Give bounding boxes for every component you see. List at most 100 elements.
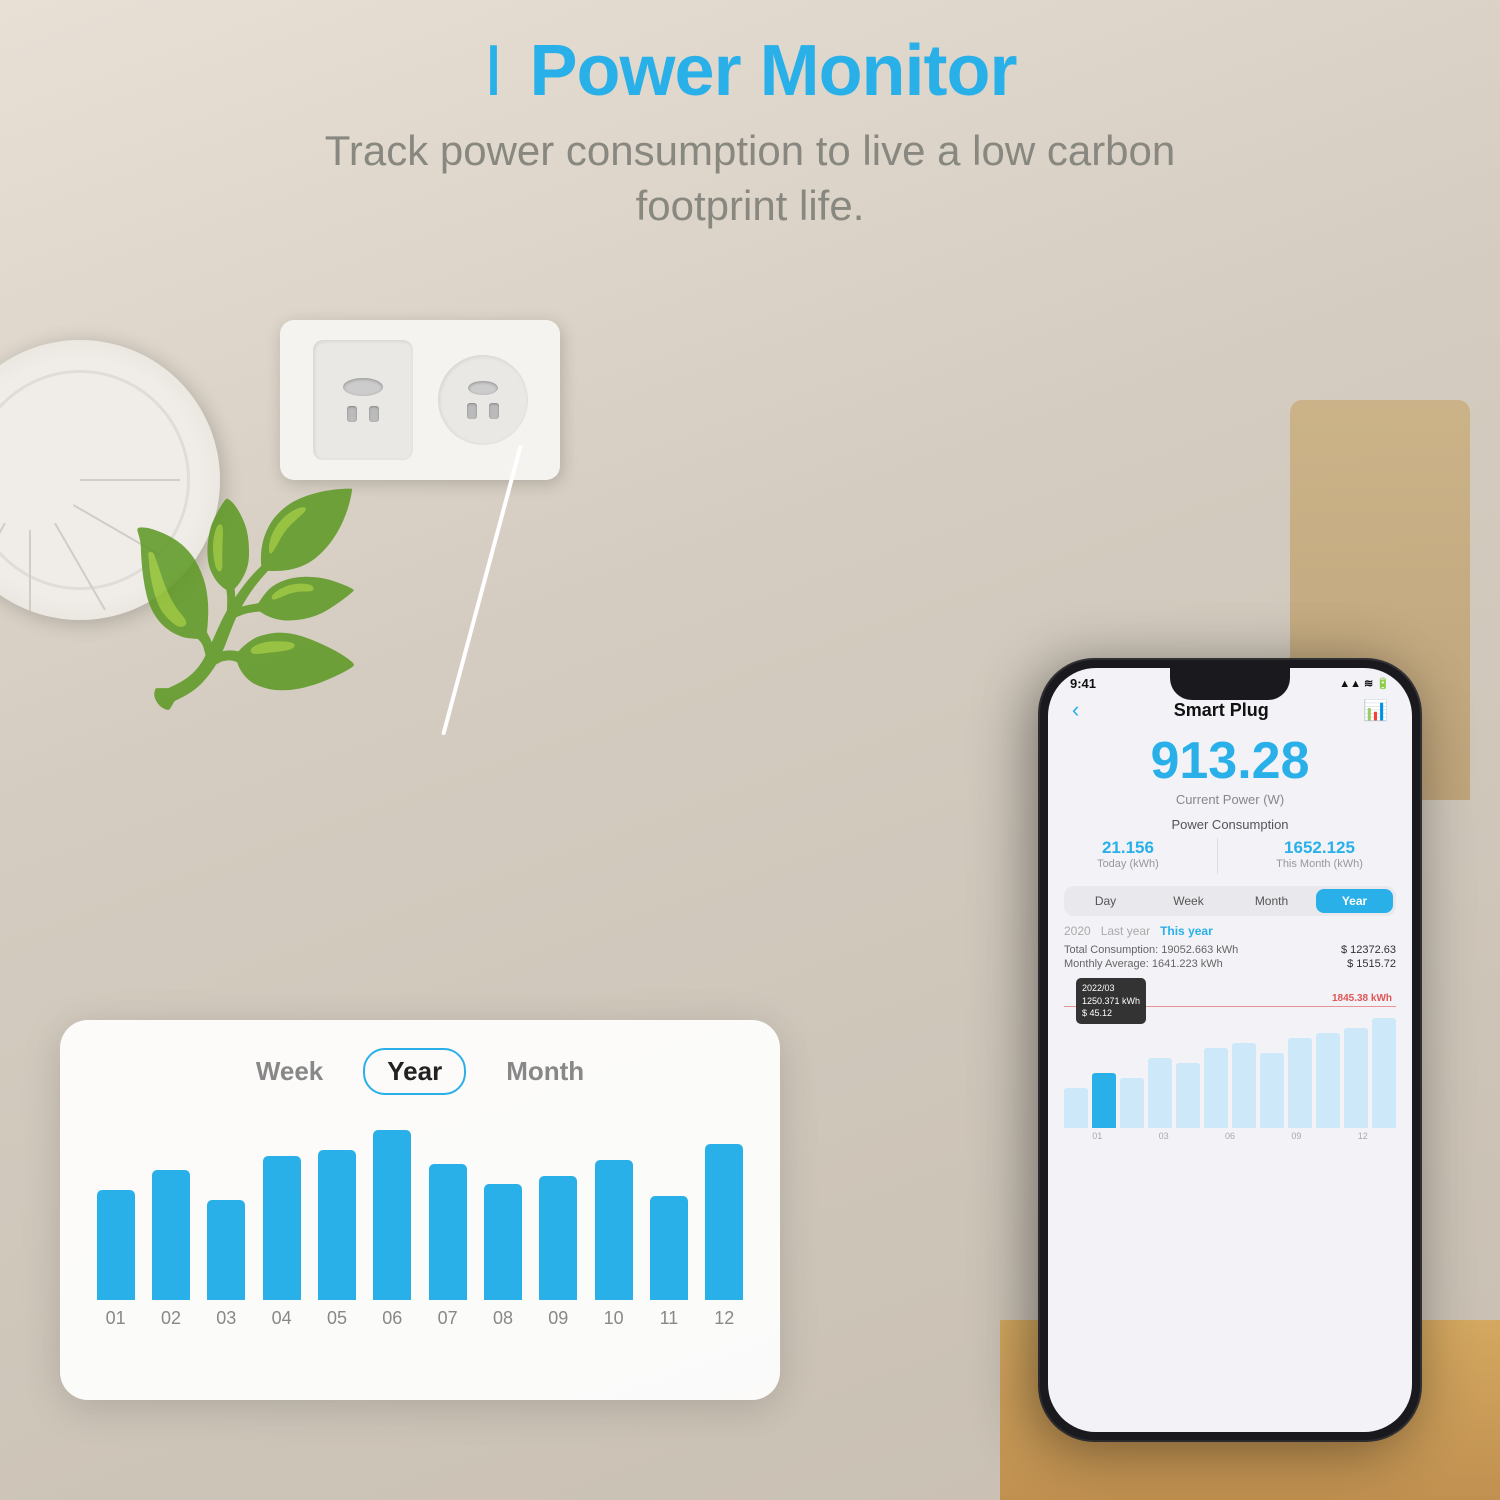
phone-bar (1316, 1033, 1340, 1128)
chart-bar-group: 10 (590, 1119, 637, 1329)
chart-bar (484, 1184, 522, 1300)
phone-bar (1372, 1018, 1396, 1128)
chart-bar-label: 07 (438, 1308, 458, 1329)
phone-tab-month[interactable]: Month (1233, 889, 1310, 913)
stats-row: 21.156 Today (kWh) 1652.125 This Month (… (1064, 838, 1396, 874)
status-time: 9:41 (1070, 676, 1096, 691)
power-value: 913.28 (1064, 733, 1396, 790)
chart-bar (97, 1190, 135, 1300)
chart-bar-group: 02 (147, 1119, 194, 1329)
outlet-holes-bottom (347, 406, 379, 422)
stat-month-value: 1652.125 (1276, 838, 1363, 858)
chart-bars-area: 01 02 03 04 05 06 07 08 09 10 11 12 (92, 1119, 748, 1359)
chart-bar-group: 11 (645, 1119, 692, 1329)
outlet-hole-2-left (467, 403, 477, 419)
chart-bar (152, 1170, 190, 1300)
chart-bar-group: 12 (701, 1119, 748, 1329)
chart-bar (650, 1196, 688, 1300)
tab-year[interactable]: Year (363, 1048, 466, 1095)
chart-bar (318, 1150, 356, 1300)
outlet-hole-2-top (468, 381, 498, 395)
phone-title: Smart Plug (1174, 700, 1269, 721)
back-button[interactable]: ‹ (1072, 697, 1079, 723)
chart-bar (705, 1144, 743, 1300)
total-consumption-row: Total Consumption: 19052.663 kWh $ 12372… (1064, 944, 1396, 956)
chart-bar-label: 04 (272, 1308, 292, 1329)
stat-today: 21.156 Today (kWh) (1097, 838, 1159, 874)
tab-month[interactable]: Month (506, 1056, 584, 1087)
chart-bar-label: 08 (493, 1308, 513, 1329)
year-last[interactable]: Last year (1101, 924, 1150, 938)
subtitle-line2: footprint life. (636, 182, 865, 229)
avg-label: Monthly Average: 1641.223 kWh (1064, 958, 1223, 970)
phone-content: ‹ Smart Plug 📊 913.28 Current Power (W) … (1048, 691, 1412, 1158)
phone-bar (1232, 1043, 1256, 1128)
tooltip-date: 2022/03 (1082, 982, 1140, 995)
tab-week[interactable]: Week (256, 1056, 323, 1087)
chart-bar-label: 06 (382, 1308, 402, 1329)
outlet-hole-left (347, 406, 357, 422)
phone-bar (1204, 1048, 1228, 1128)
chart-bar-group: 03 (203, 1119, 250, 1329)
stat-today-value: 21.156 (1097, 838, 1159, 858)
plant-decoration: 🌿 (120, 500, 369, 700)
chart-bar-label: 12 (714, 1308, 734, 1329)
stat-today-label: Today (kWh) (1097, 858, 1159, 870)
redline-value: 1845.38 kWh (1332, 993, 1392, 1004)
phone-tab-week[interactable]: Week (1150, 889, 1227, 913)
phone-chart-area: 1845.38 kWh 2022/03 1250.371 kWh $ 45.12… (1064, 978, 1396, 1158)
avg-row: Monthly Average: 1641.223 kWh $ 1515.72 (1064, 958, 1396, 970)
avg-value: $ 1515.72 (1347, 958, 1396, 970)
phone-screen: 9:41 ▲▲ ≋ 🔋 ‹ Smart Plug 📊 913.28 Curren… (1048, 668, 1412, 1432)
outlet-holes-2-bottom (467, 403, 499, 419)
phone-bar (1344, 1028, 1368, 1128)
total-label: Total Consumption: 19052.663 kWh (1064, 944, 1238, 956)
year-selector: 2020 Last year This year (1064, 924, 1396, 938)
chart-bar-label: 01 (106, 1308, 126, 1329)
chart-tooltip: 2022/03 1250.371 kWh $ 45.12 (1076, 978, 1146, 1024)
chart-bar-group: 05 (313, 1119, 360, 1329)
chart-bar-group: 04 (258, 1119, 305, 1329)
tooltip-cost: $ 45.12 (1082, 1007, 1140, 1020)
chart-bar (207, 1200, 245, 1300)
chart-bar (539, 1176, 577, 1300)
chart-bar-label: 03 (216, 1308, 236, 1329)
chart-bar-group: 01 (92, 1119, 139, 1329)
subtitle-line1: Track power consumption to live a low ca… (325, 127, 1176, 174)
power-label: Current Power (W) (1064, 792, 1396, 807)
phone-bar (1288, 1038, 1312, 1128)
year-this[interactable]: This year (1160, 924, 1213, 938)
chart-bar-group: 06 (369, 1119, 416, 1329)
chart-tabs: Week Year Month (92, 1048, 748, 1095)
tooltip-kwh: 1250.371 kWh (1082, 995, 1140, 1008)
chart-bar (429, 1164, 467, 1300)
phone-bar (1092, 1073, 1116, 1128)
stat-divider (1217, 838, 1218, 874)
chart-bar (263, 1156, 301, 1300)
phone-bar (1260, 1053, 1284, 1128)
phone-tab-day[interactable]: Day (1067, 889, 1144, 913)
section-title: Power Consumption (1064, 817, 1396, 832)
phone-notch (1170, 668, 1290, 700)
chart-bar (595, 1160, 633, 1300)
status-icons: ▲▲ ≋ 🔋 (1339, 677, 1390, 690)
chart-bar (373, 1130, 411, 1300)
outlet-hole-2-right (489, 403, 499, 419)
total-value: $ 12372.63 (1341, 944, 1396, 956)
phone-tab-year[interactable]: Year (1316, 889, 1393, 913)
stat-month: 1652.125 This Month (kWh) (1276, 838, 1363, 874)
chart-bar-group: 09 (535, 1119, 582, 1329)
chart-bar-label: 09 (548, 1308, 568, 1329)
stat-month-label: This Month (kWh) (1276, 858, 1363, 870)
chart-bar-group: 07 (424, 1119, 471, 1329)
chart-bar-label: 11 (660, 1308, 679, 1329)
chart-icon[interactable]: 📊 (1363, 698, 1388, 723)
outlet-hole-right (369, 406, 379, 422)
phone-chart-labels: 01 03 06 09 12 (1064, 1131, 1396, 1141)
phone-bar (1176, 1063, 1200, 1128)
outlet-hole-top (343, 378, 383, 396)
chart-bar-label: 02 (161, 1308, 181, 1329)
year-2020[interactable]: 2020 (1064, 924, 1091, 938)
title-bar: I (483, 31, 502, 111)
outlet-socket-2 (438, 355, 528, 445)
